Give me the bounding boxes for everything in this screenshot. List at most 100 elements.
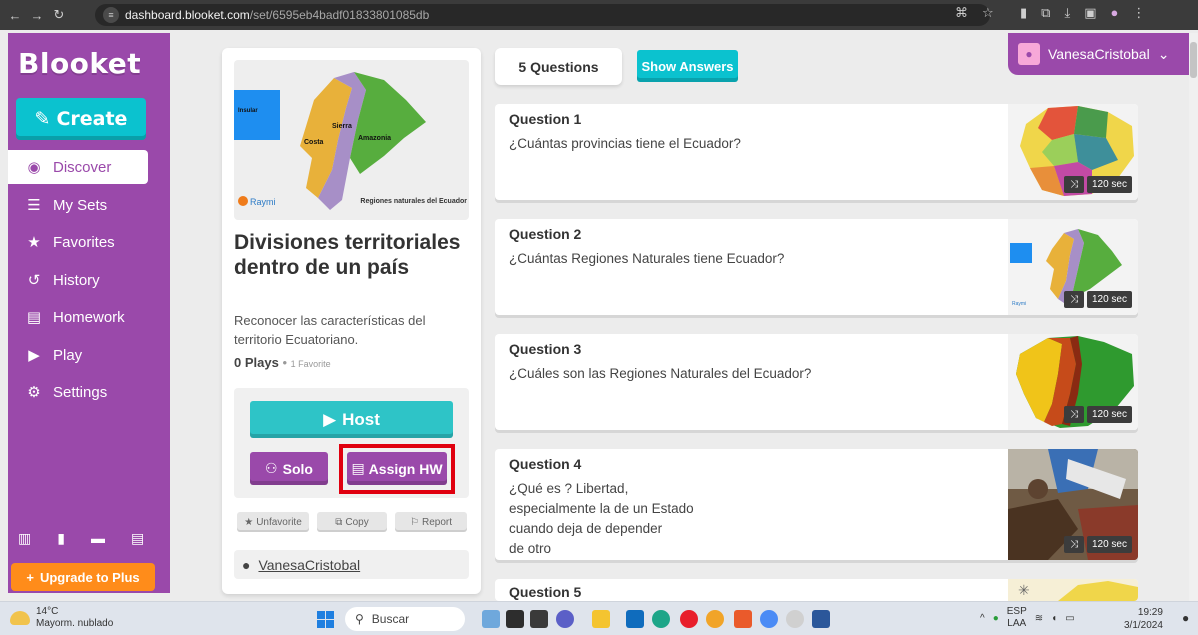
user-menu[interactable]: ● VanesaCristobal ⌄ bbox=[1008, 33, 1190, 75]
question-card-5[interactable]: Question 5 ✳ bbox=[495, 579, 1138, 601]
weather-widget[interactable]: 14°C Mayorm. nublado bbox=[10, 606, 113, 630]
taskbar-search[interactable]: ⚲ Buscar bbox=[345, 607, 465, 631]
time-limit: 120 sec bbox=[1086, 536, 1132, 553]
profile-icon[interactable]: ● bbox=[1111, 5, 1119, 21]
sidebar-item-settings[interactable]: ⚙ Settings bbox=[8, 375, 170, 409]
url-path: /set/6595eb4badf01833801085db bbox=[249, 8, 430, 22]
sidebar-item-discover[interactable]: ◉ Discover bbox=[8, 150, 148, 184]
extensions-icon[interactable]: ⧉ bbox=[1041, 5, 1050, 21]
set-description: Reconocer las características del territ… bbox=[234, 313, 426, 347]
volume-icon[interactable]: ◖ bbox=[1051, 613, 1057, 624]
sidebar-item-play[interactable]: ▶ Play bbox=[8, 338, 170, 372]
copy-button[interactable]: ⧉ Copy bbox=[317, 512, 387, 532]
question-text: ¿Cuántas provincias tiene el Ecuador? bbox=[509, 136, 741, 151]
assign-hw-label: Assign HW bbox=[368, 460, 443, 477]
question-card-3[interactable]: Question 3 ¿Cuáles son las Regiones Natu… bbox=[495, 334, 1138, 430]
question-text-line: especialmente la de un Estado bbox=[509, 501, 694, 516]
copy-label: Copy bbox=[345, 516, 369, 528]
copy-icon: ⧉ bbox=[335, 516, 343, 528]
file-explorer-icon[interactable] bbox=[592, 610, 610, 628]
back-icon[interactable]: ← bbox=[4, 8, 26, 23]
create-button[interactable]: ✎ Create bbox=[16, 98, 146, 140]
stats-icon[interactable]: ▥ bbox=[18, 530, 31, 547]
address-bar[interactable]: ≡ dashboard.blooket.com/set/6595eb4badf0… bbox=[95, 4, 990, 26]
author-name[interactable]: VanesaCristobal bbox=[258, 557, 360, 573]
wifi-icon[interactable]: ≋ bbox=[1035, 613, 1043, 624]
figure-app-icon[interactable] bbox=[506, 610, 524, 628]
chrome-browser-icon[interactable] bbox=[706, 610, 724, 628]
forward-icon[interactable]: → bbox=[26, 8, 48, 23]
security-icon[interactable]: ● bbox=[993, 613, 999, 624]
person-icon: ⚇ bbox=[265, 460, 278, 476]
play-icon: ▶ bbox=[323, 409, 337, 429]
opera-browser-icon[interactable] bbox=[680, 610, 698, 628]
word-app-icon[interactable] bbox=[812, 610, 830, 628]
app-icon[interactable] bbox=[786, 610, 804, 628]
browser-actions: ▮ ⧉ ⤓ ▣ ● ⋮ bbox=[1020, 5, 1145, 21]
edge-browser-icon[interactable] bbox=[652, 610, 670, 628]
upgrade-button[interactable]: + Upgrade to Plus bbox=[11, 563, 155, 591]
chrome-profile-icon[interactable] bbox=[760, 610, 778, 628]
questions-count-tab[interactable]: 5 Questions bbox=[495, 48, 622, 85]
sidebar-item-homework[interactable]: ▤ Homework bbox=[8, 300, 170, 334]
notification-bell-icon[interactable]: ● bbox=[1182, 611, 1189, 625]
sidebar-item-history[interactable]: ↺ History bbox=[8, 263, 170, 297]
time-limit: 120 sec bbox=[1086, 406, 1132, 423]
gear-icon: ⚙ bbox=[27, 384, 41, 401]
battery-icon[interactable]: ▭ bbox=[1065, 613, 1074, 624]
store-app-icon[interactable] bbox=[626, 610, 644, 628]
task-view-icon[interactable] bbox=[530, 610, 548, 628]
assign-hw-button[interactable]: ▤ Assign HW bbox=[347, 452, 447, 485]
question-text: ¿Qué es ? Libertad, especialmente la de … bbox=[509, 479, 989, 559]
download-icon[interactable]: ⤓ bbox=[1064, 5, 1070, 21]
translate-icon[interactable]: ⌘ bbox=[955, 5, 968, 21]
sidebar-item-label: History bbox=[53, 271, 100, 289]
chat-app-icon[interactable] bbox=[556, 610, 574, 628]
plays-info: 0 Plays • 1 Favorite bbox=[234, 355, 331, 370]
show-answers-button[interactable]: Show Answers bbox=[637, 50, 738, 82]
blooket-logo[interactable]: Blooket bbox=[18, 47, 141, 80]
blooks-icon[interactable]: ▮ bbox=[57, 530, 65, 547]
question-card-1[interactable]: Question 1 ¿Cuántas provincias tiene el … bbox=[495, 104, 1138, 200]
question-badges: ⤨ 120 sec bbox=[1063, 406, 1132, 423]
language-indicator[interactable]: ESP LAA bbox=[1007, 606, 1027, 630]
author: ● VanesaCristobal bbox=[234, 550, 469, 579]
file-icon: ▤ bbox=[351, 460, 365, 476]
star-icon: ★ bbox=[244, 516, 254, 528]
report-button[interactable]: ⚐ Report bbox=[395, 512, 467, 532]
clock[interactable]: 19:29 3/1/2024 bbox=[1124, 606, 1163, 632]
scrollbar-thumb[interactable] bbox=[1190, 42, 1197, 78]
sidebar-item-my-sets[interactable]: ☰ My Sets bbox=[8, 188, 170, 222]
sidebar-item-label: Play bbox=[53, 346, 83, 364]
reading-list-icon[interactable]: ▮ bbox=[1020, 5, 1027, 21]
question-badges: ⤨ 120 sec bbox=[1063, 291, 1132, 308]
compass-icon: ◉ bbox=[27, 159, 41, 176]
market-icon[interactable]: ▬ bbox=[91, 530, 105, 547]
reload-icon[interactable]: ↻ bbox=[48, 7, 70, 23]
chevron-down-icon: ⌄ bbox=[1157, 45, 1170, 62]
question-image-brand: Raymi bbox=[1012, 301, 1026, 307]
side-panel-icon[interactable]: ▣ bbox=[1084, 5, 1096, 21]
site-info-icon[interactable]: ≡ bbox=[103, 7, 119, 23]
brave-browser-icon[interactable] bbox=[734, 610, 752, 628]
question-card-2[interactable]: Question 2 ¿Cuántas Regiones Naturales t… bbox=[495, 219, 1138, 315]
browser-toolbar: ← → ↻ ≡ dashboard.blooket.com/set/6595eb… bbox=[0, 0, 1198, 30]
chevron-up-icon[interactable]: ^ bbox=[980, 613, 985, 624]
map-label-costa: Costa bbox=[304, 139, 324, 146]
bookmark-star-icon[interactable]: ☆ bbox=[982, 5, 994, 21]
question-text-line: ¿Qué es ? Libertad, bbox=[509, 481, 629, 496]
menu-icon[interactable]: ⋮ bbox=[1132, 5, 1145, 21]
page-scrollbar[interactable] bbox=[1189, 33, 1198, 601]
widgets-app-icon[interactable] bbox=[482, 610, 500, 628]
question-badges: ⤨ 120 sec bbox=[1063, 536, 1132, 553]
news-icon[interactable]: ▤ bbox=[131, 530, 144, 547]
sidebar-item-label: Discover bbox=[53, 158, 112, 176]
question-card-4[interactable]: Question 4 ¿Qué es ? Libertad, especialm… bbox=[495, 449, 1138, 560]
set-cover-image: Insular Costa Sierra Amazonia Regiones n… bbox=[234, 60, 469, 220]
sidebar-item-favorites[interactable]: ★ Favorites bbox=[8, 225, 170, 259]
solo-button[interactable]: ⚇ Solo bbox=[250, 452, 328, 485]
unfavorite-button[interactable]: ★ Unfavorite bbox=[237, 512, 309, 532]
start-button[interactable] bbox=[317, 611, 334, 628]
host-button[interactable]: ▶ Host bbox=[250, 401, 453, 438]
shuffle-icon: ⤨ bbox=[1063, 536, 1084, 553]
